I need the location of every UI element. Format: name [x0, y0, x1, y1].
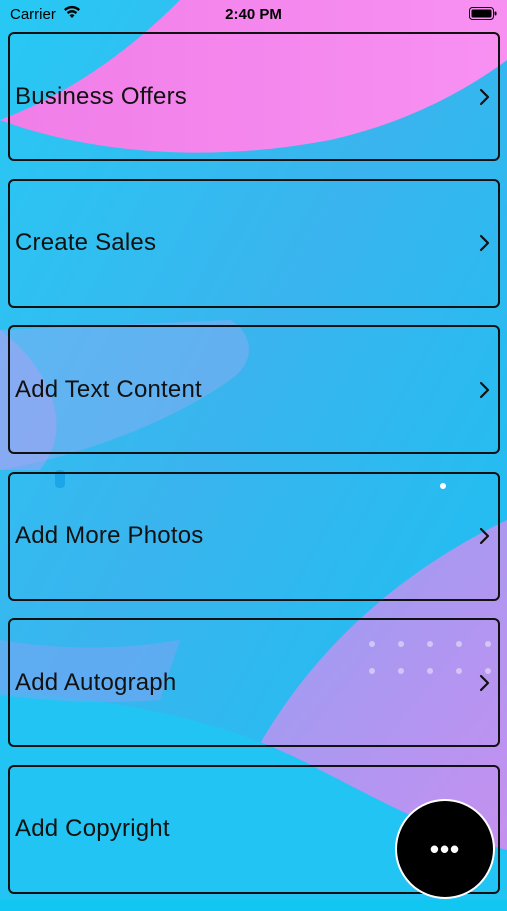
chevron-right-icon [479, 381, 490, 398]
status-time: 2:40 PM [225, 6, 282, 23]
menu-item-add-more-photos[interactable]: Add More Photos [8, 471, 500, 601]
menu-list: Business Offers Create Sales Add Text Co… [8, 32, 500, 911]
menu-item-label: Add Copyright [15, 815, 170, 842]
chevron-right-icon [479, 234, 490, 252]
menu-item-create-sales[interactable]: Create Sales [8, 178, 500, 308]
battery-icon [469, 7, 497, 20]
menu-item-label: Add Text Content [15, 375, 202, 403]
more-options-button[interactable]: ••• [395, 799, 495, 899]
chevron-right-icon [479, 527, 490, 545]
more-horizontal-icon: ••• [429, 833, 461, 864]
chevron-right-icon [479, 674, 490, 691]
chevron-right-icon [479, 88, 490, 105]
menu-item-label: Add Autograph [15, 668, 177, 696]
menu-item-label: Create Sales [15, 229, 157, 256]
menu-item-label: Business Offers [15, 82, 187, 110]
menu-item-add-autograph[interactable]: Add Autograph [8, 618, 500, 747]
menu-item-label: Add More Photos [15, 522, 204, 549]
status-bar: Carrier 2:40 PM [0, 0, 507, 28]
menu-item-add-text-content[interactable]: Add Text Content [8, 325, 500, 454]
menu-item-business-offers[interactable]: Business Offers [8, 32, 500, 161]
